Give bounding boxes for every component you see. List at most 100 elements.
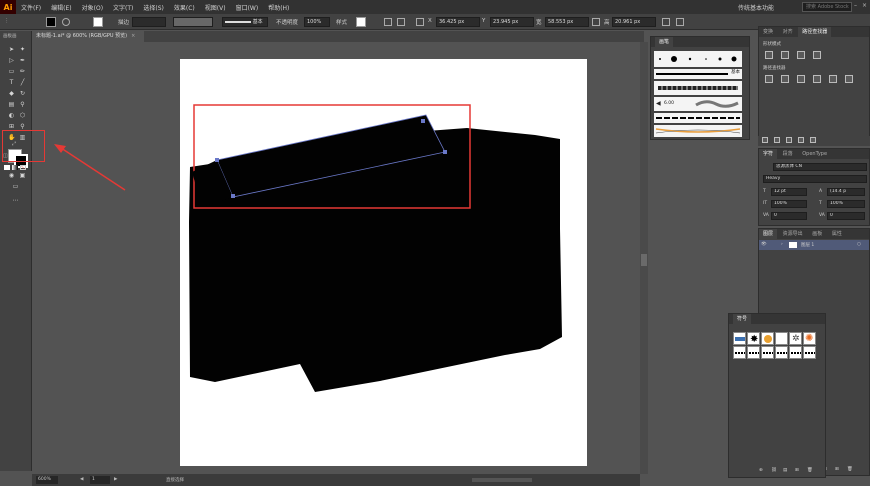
anchor-point[interactable] — [215, 158, 219, 162]
height-field[interactable]: 20.961 px — [612, 17, 656, 27]
new-layer-icon[interactable]: ⊞ — [835, 467, 839, 472]
vertical-scale-field[interactable]: 100% — [771, 200, 807, 208]
gradient-mode-icon[interactable] — [12, 165, 18, 170]
layer-row[interactable]: 👁 › 图层 1 ○ — [759, 240, 869, 250]
brush-size-row[interactable]: ◀ 6.00 — [654, 97, 742, 111]
menu-effect[interactable]: 效果(C) — [169, 3, 200, 12]
font-style-select[interactable]: Heavy — [763, 175, 867, 183]
align-icon[interactable] — [397, 18, 405, 26]
direct-selection-tool-icon[interactable]: ▷ — [8, 57, 15, 64]
shape-builder-icon[interactable]: ⬡ — [19, 112, 26, 119]
reference-point-icon[interactable] — [416, 18, 424, 26]
brush-dot-row[interactable] — [654, 51, 742, 67]
rectangle-tool-icon[interactable]: ▭ — [8, 68, 15, 75]
edit-toolbar-icon[interactable]: ⋯ — [12, 197, 19, 204]
blend-tool-icon[interactable]: ◐ — [8, 112, 15, 119]
new-symbol-icon[interactable]: ⊞ — [795, 468, 799, 473]
opentype-tab[interactable]: OpenType — [798, 149, 831, 159]
document-tab[interactable]: 未标题-1.ai* @ 600% (RGB/GPU 预览) × — [32, 31, 144, 42]
constrain-proportions-icon[interactable] — [592, 18, 600, 26]
symbol-dash-row[interactable] — [803, 346, 816, 359]
symbol-dash-row[interactable] — [747, 346, 760, 359]
eraser-tool-icon[interactable]: ◆ — [8, 90, 15, 97]
symbol-dash-row[interactable] — [733, 346, 746, 359]
transform-icon[interactable] — [662, 18, 670, 26]
symbol-orange-star[interactable]: ✺ — [803, 332, 816, 345]
divide-icon[interactable] — [765, 75, 773, 83]
layers-tab[interactable]: 图层 — [759, 229, 778, 239]
menu-edit[interactable]: 编辑(E) — [46, 3, 76, 12]
symbol-splat[interactable]: ✸ — [747, 332, 760, 345]
symbol-blue-bar[interactable] — [733, 332, 746, 345]
fill-options-icon[interactable] — [62, 18, 70, 26]
anchor-point[interactable] — [231, 194, 235, 198]
screen-mode-icon[interactable]: ▣ — [19, 172, 26, 179]
stroke-swatch[interactable] — [93, 17, 103, 27]
menu-object[interactable]: 对象(O) — [77, 3, 108, 12]
stroke-style-field[interactable]: 基本 — [222, 17, 268, 27]
paragraph-tab[interactable]: 段落 — [779, 149, 797, 159]
kerning-field[interactable]: 0 — [771, 212, 807, 220]
brush-orange-row[interactable] — [654, 125, 742, 137]
minus-front-icon[interactable] — [781, 51, 789, 59]
intersect-icon[interactable] — [797, 51, 805, 59]
prev-artboard-icon[interactable]: ◀ — [80, 477, 83, 482]
menu-view[interactable]: 视图(V) — [200, 3, 231, 12]
crop-icon[interactable] — [813, 75, 821, 83]
style-swatch[interactable] — [356, 17, 366, 27]
unite-icon[interactable] — [765, 51, 773, 59]
symbol-frame[interactable] — [775, 332, 788, 345]
variable-width-field[interactable] — [173, 17, 213, 27]
properties-tab[interactable]: 属性 — [828, 229, 846, 239]
artboard-number-field[interactable]: 1 — [90, 476, 110, 484]
target-circle-icon[interactable]: ○ — [857, 242, 861, 247]
panel-footer-icon[interactable] — [798, 137, 804, 143]
line-tool-icon[interactable]: ╱ — [19, 79, 26, 86]
symbol-options-icon[interactable]: ▤ — [783, 468, 787, 473]
horizontal-scale-field[interactable]: 100% — [827, 200, 865, 208]
panel-footer-icon[interactable] — [810, 137, 816, 143]
artboard[interactable] — [180, 59, 587, 466]
color-mode-icon[interactable] — [4, 165, 10, 170]
outline-icon[interactable] — [829, 75, 837, 83]
menu-type[interactable]: 文字(T) — [108, 3, 138, 12]
layer-name[interactable]: 图层 1 — [801, 242, 814, 248]
minus-back-icon[interactable] — [845, 75, 853, 83]
exclude-icon[interactable] — [813, 51, 821, 59]
vertical-scroll-thumb[interactable] — [641, 254, 647, 266]
stroke-weight-field[interactable] — [132, 17, 166, 27]
artboards-tab[interactable]: 画板 — [808, 229, 826, 239]
transform-tab[interactable]: 变换 — [759, 27, 777, 37]
symbol-orange-blob[interactable] — [761, 332, 774, 345]
menu-file[interactable]: 文件(F) — [16, 3, 46, 12]
merge-icon[interactable] — [797, 75, 805, 83]
x-field[interactable]: 36.425 px — [436, 17, 480, 27]
zoom-field[interactable]: 600% — [36, 476, 58, 484]
more-options-icon[interactable] — [676, 18, 684, 26]
symbol-dash-row[interactable] — [789, 346, 802, 359]
y-field[interactable]: 23.945 px — [490, 17, 534, 27]
workspace-switcher[interactable]: 传统基本功能 — [738, 3, 774, 12]
asset-export-tab[interactable]: 资源导出 — [779, 229, 807, 239]
visibility-eye-icon[interactable]: 👁 — [761, 242, 767, 247]
opacity-field[interactable]: 100% — [304, 17, 330, 27]
font-family-select[interactable]: 思源黑体 CN — [773, 163, 867, 171]
next-artboard-icon[interactable]: ▶ — [114, 477, 117, 482]
change-screen-mode-icon[interactable]: ▭ — [12, 183, 19, 190]
rotate-tool-icon[interactable]: ↻ — [19, 90, 26, 97]
magic-wand-icon[interactable]: ✦ — [19, 46, 26, 53]
width-field[interactable]: 58.553 px — [545, 17, 589, 27]
menu-select[interactable]: 选择(S) — [138, 3, 169, 12]
fill-swatch[interactable] — [46, 17, 56, 27]
brushes-tab[interactable]: 画笔 — [655, 37, 674, 47]
symbols-tab[interactable]: 符号 — [733, 314, 752, 324]
delete-symbol-icon[interactable]: 🗑 — [807, 468, 813, 473]
trim-icon[interactable] — [781, 75, 789, 83]
panel-footer-icon[interactable] — [786, 137, 792, 143]
panel-footer-icon[interactable] — [774, 137, 780, 143]
menu-help[interactable]: 帮助(H) — [263, 3, 294, 12]
horizontal-scroll-thumb[interactable] — [472, 478, 532, 482]
close-icon[interactable]: × — [860, 2, 869, 11]
recolor-icon[interactable] — [384, 18, 392, 26]
menu-window[interactable]: 窗口(W) — [231, 3, 264, 12]
